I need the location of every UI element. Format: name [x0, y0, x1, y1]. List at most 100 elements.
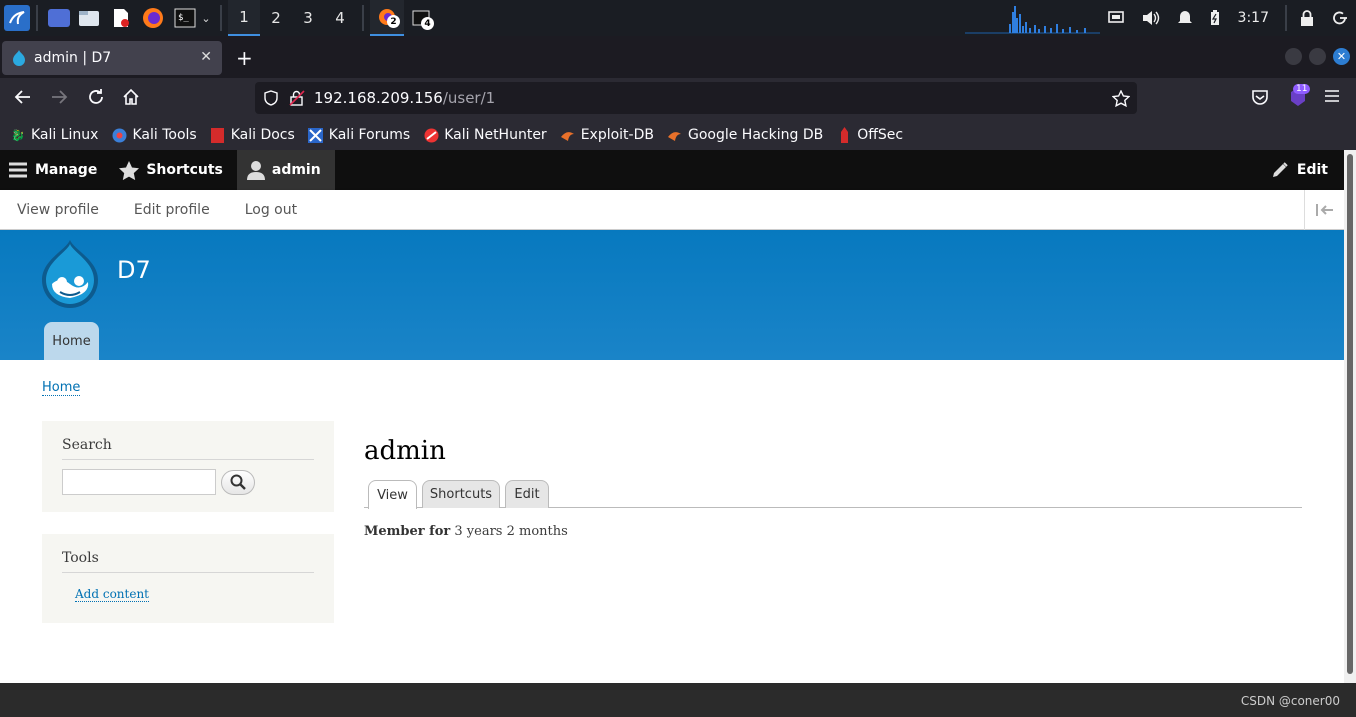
home-icon[interactable] [122, 88, 140, 111]
member-for-field: Member for 3 years 2 months [364, 524, 568, 539]
firefox-icon[interactable] [140, 5, 166, 31]
toolbar-shortcuts-label: Shortcuts [146, 162, 223, 178]
tab-edit[interactable]: Edit [505, 480, 549, 508]
url-path: /user/1 [442, 89, 496, 107]
volume-icon[interactable] [1142, 10, 1160, 26]
url-bar[interactable]: 192.168.209.156/user/1 [255, 82, 1137, 114]
toolbar-manage-label: Manage [35, 162, 98, 178]
toolbar-shortcuts[interactable]: Shortcuts [111, 150, 237, 190]
drupal-logo-icon[interactable] [40, 240, 100, 312]
bookmark-exploit-db[interactable]: Exploit-DB [560, 127, 654, 143]
minimize-window-button[interactable] [1285, 48, 1302, 65]
tray-orientation-toggle[interactable] [1304, 190, 1344, 230]
forward-arrow-icon[interactable] [50, 88, 68, 111]
toolbar-manage[interactable]: Manage [0, 150, 111, 190]
terminal-icon[interactable]: $_ [172, 5, 198, 31]
window-count-badge: 2 [387, 15, 400, 28]
text-editor-icon[interactable] [108, 5, 134, 31]
log-out-link[interactable]: Log out [245, 202, 297, 218]
firefox-window-button[interactable]: 2 [370, 0, 404, 36]
display-icon[interactable] [1107, 11, 1124, 25]
clock[interactable]: 3:17 [1238, 10, 1269, 26]
scrollbar-thumb[interactable] [1347, 154, 1353, 674]
ghdb-icon [667, 127, 683, 143]
search-form [62, 469, 314, 495]
star-icon [119, 160, 140, 180]
insecure-lock-icon[interactable] [289, 90, 305, 106]
chevron-down-icon[interactable]: ⌄ [200, 5, 212, 31]
search-input[interactable] [62, 469, 216, 495]
kali-tools-icon [111, 127, 127, 143]
workspace-2[interactable]: 2 [260, 0, 292, 36]
battery-icon[interactable] [1210, 10, 1220, 26]
notification-bell-icon[interactable] [1177, 10, 1192, 26]
collapse-left-icon [1315, 204, 1333, 216]
window-count-badge: 4 [421, 17, 434, 30]
search-block-title: Search [62, 437, 314, 460]
workspace-4[interactable]: 4 [324, 0, 356, 36]
extension-icon[interactable]: 11 [1287, 84, 1311, 113]
pocket-icon[interactable] [1251, 88, 1269, 111]
bookmark-label: Kali NetHunter [444, 127, 547, 143]
bookmark-star-icon[interactable] [1112, 90, 1130, 107]
search-button[interactable] [221, 469, 255, 495]
shield-icon[interactable] [263, 90, 279, 106]
bookmark-label: Kali Docs [230, 127, 295, 143]
network-activity-graph [965, 6, 1100, 34]
terminal-window-button[interactable]: 4 [404, 0, 438, 36]
bookmark-kali-nethunter[interactable]: Kali NetHunter [423, 127, 547, 143]
bookmarks-toolbar: 🐉 Kali Linux Kali Tools Kali Docs Kali Fo… [0, 120, 1356, 150]
main-menu-home-tab[interactable]: Home [44, 322, 99, 360]
file-manager-icon[interactable] [76, 5, 102, 31]
exploit-db-icon [560, 127, 576, 143]
bookmark-label: Google Hacking DB [687, 127, 824, 143]
page-scrollbar[interactable] [1344, 150, 1356, 683]
kali-menu-icon[interactable] [4, 5, 30, 31]
tab-title: admin | D7 [34, 50, 112, 66]
close-tab-icon[interactable]: ✕ [200, 49, 212, 65]
taskbar-separator [36, 5, 38, 31]
tab-view[interactable]: View [368, 480, 417, 509]
bookmark-kali-docs[interactable]: Kali Docs [210, 127, 295, 143]
breadcrumb[interactable]: Home [42, 380, 81, 396]
pencil-icon [1272, 162, 1288, 177]
workspace-1[interactable]: 1 [228, 0, 260, 36]
bookmark-kali-linux[interactable]: 🐉 Kali Linux [10, 127, 98, 143]
member-for-label: Member for [364, 524, 451, 539]
system-tray: 3:17 [1099, 0, 1356, 36]
lock-icon[interactable] [1300, 10, 1314, 26]
reload-icon[interactable] [87, 88, 105, 111]
back-arrow-icon[interactable] [14, 88, 32, 111]
search-icon [230, 474, 246, 490]
site-header: D7 Home [0, 230, 1344, 360]
drupal-admin-toolbar: Manage Shortcuts admin Edit [0, 150, 1344, 190]
bookmark-google-hacking-db[interactable]: Google Hacking DB [667, 127, 823, 143]
view-profile-link[interactable]: View profile [17, 202, 99, 218]
toolbar-user[interactable]: admin [236, 150, 335, 190]
edit-profile-link[interactable]: Edit profile [134, 202, 210, 218]
kali-docs-icon [210, 127, 226, 143]
tab-shortcuts[interactable]: Shortcuts [422, 480, 500, 508]
browser-nav-bar: 192.168.209.156/user/1 11 [0, 78, 1356, 120]
close-window-button[interactable]: ✕ [1333, 48, 1350, 65]
site-name[interactable]: D7 [117, 256, 151, 284]
nethunter-icon [423, 127, 439, 143]
add-content-link[interactable]: Add content [75, 587, 149, 602]
new-tab-button[interactable]: + [236, 46, 253, 70]
extension-badge: 11 [1293, 84, 1311, 94]
bookmark-kali-tools[interactable]: Kali Tools [111, 127, 197, 143]
toolbar-edit-button[interactable]: Edit [1271, 150, 1328, 190]
hamburger-menu-icon[interactable] [1324, 88, 1340, 109]
taskbar-separator [362, 5, 364, 31]
browser-tab[interactable]: admin | D7 ✕ [2, 41, 222, 75]
maximize-window-button[interactable] [1309, 48, 1326, 65]
drupal-favicon-icon [13, 50, 25, 66]
logout-icon[interactable] [1332, 10, 1348, 26]
toolbar-user-label: admin [271, 162, 321, 178]
bookmark-label: Kali Tools [132, 127, 197, 143]
bookmark-kali-forums[interactable]: Kali Forums [308, 127, 410, 143]
desktop-icon[interactable] [48, 9, 70, 27]
workspace-3[interactable]: 3 [292, 0, 324, 36]
bookmark-label: Exploit-DB [580, 127, 654, 143]
bookmark-offsec[interactable]: OffSec [836, 127, 903, 143]
